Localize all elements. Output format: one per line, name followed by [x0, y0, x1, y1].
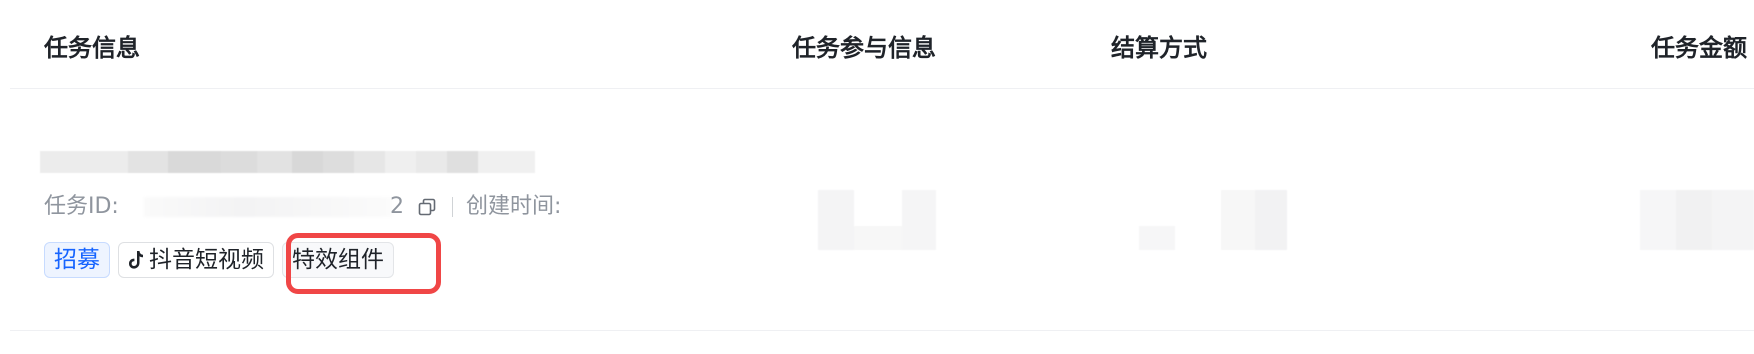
- task-id-label: 任务ID:: [44, 194, 119, 219]
- copy-icon[interactable]: [418, 198, 436, 216]
- task-id-value: 2: [390, 194, 404, 219]
- tiktok-icon: [129, 251, 143, 269]
- created-time-label: 创建时间:: [466, 194, 562, 219]
- header-participation-info: 任务参与信息: [792, 34, 936, 62]
- recruit-tag: 招募: [44, 242, 110, 278]
- effects-tag: 特效组件: [282, 242, 394, 278]
- divider: [452, 197, 453, 217]
- settlement-redacted: [1139, 190, 1287, 250]
- task-table: 任务信息 任务参与信息 结算方式 任务金额 任务ID: 2 创建时间: 招募 抖…: [0, 0, 1754, 354]
- platform-tag-label: 抖音短视频: [149, 247, 264, 273]
- header-settlement-method: 结算方式: [1111, 34, 1207, 62]
- task-meta: 任务ID: 2 创建时间:: [44, 189, 604, 225]
- header-task-info: 任务信息: [44, 34, 140, 62]
- table-header: 任务信息 任务参与信息 结算方式 任务金额: [10, 0, 1754, 89]
- platform-tag: 抖音短视频: [118, 242, 274, 278]
- table-row[interactable]: 任务ID: 2 创建时间: 招募 抖音短视频 特效组件: [10, 89, 1754, 331]
- task-id-redacted: [144, 197, 392, 217]
- amount-redacted: [1640, 190, 1754, 250]
- task-tags: 招募 抖音短视频 特效组件: [44, 242, 394, 280]
- task-title-redacted: [40, 151, 535, 173]
- effects-tag-label: 特效组件: [292, 247, 384, 273]
- recruit-tag-label: 招募: [54, 247, 100, 273]
- header-task-amount: 任务金额: [1651, 34, 1747, 62]
- participation-info-redacted: [818, 190, 936, 250]
